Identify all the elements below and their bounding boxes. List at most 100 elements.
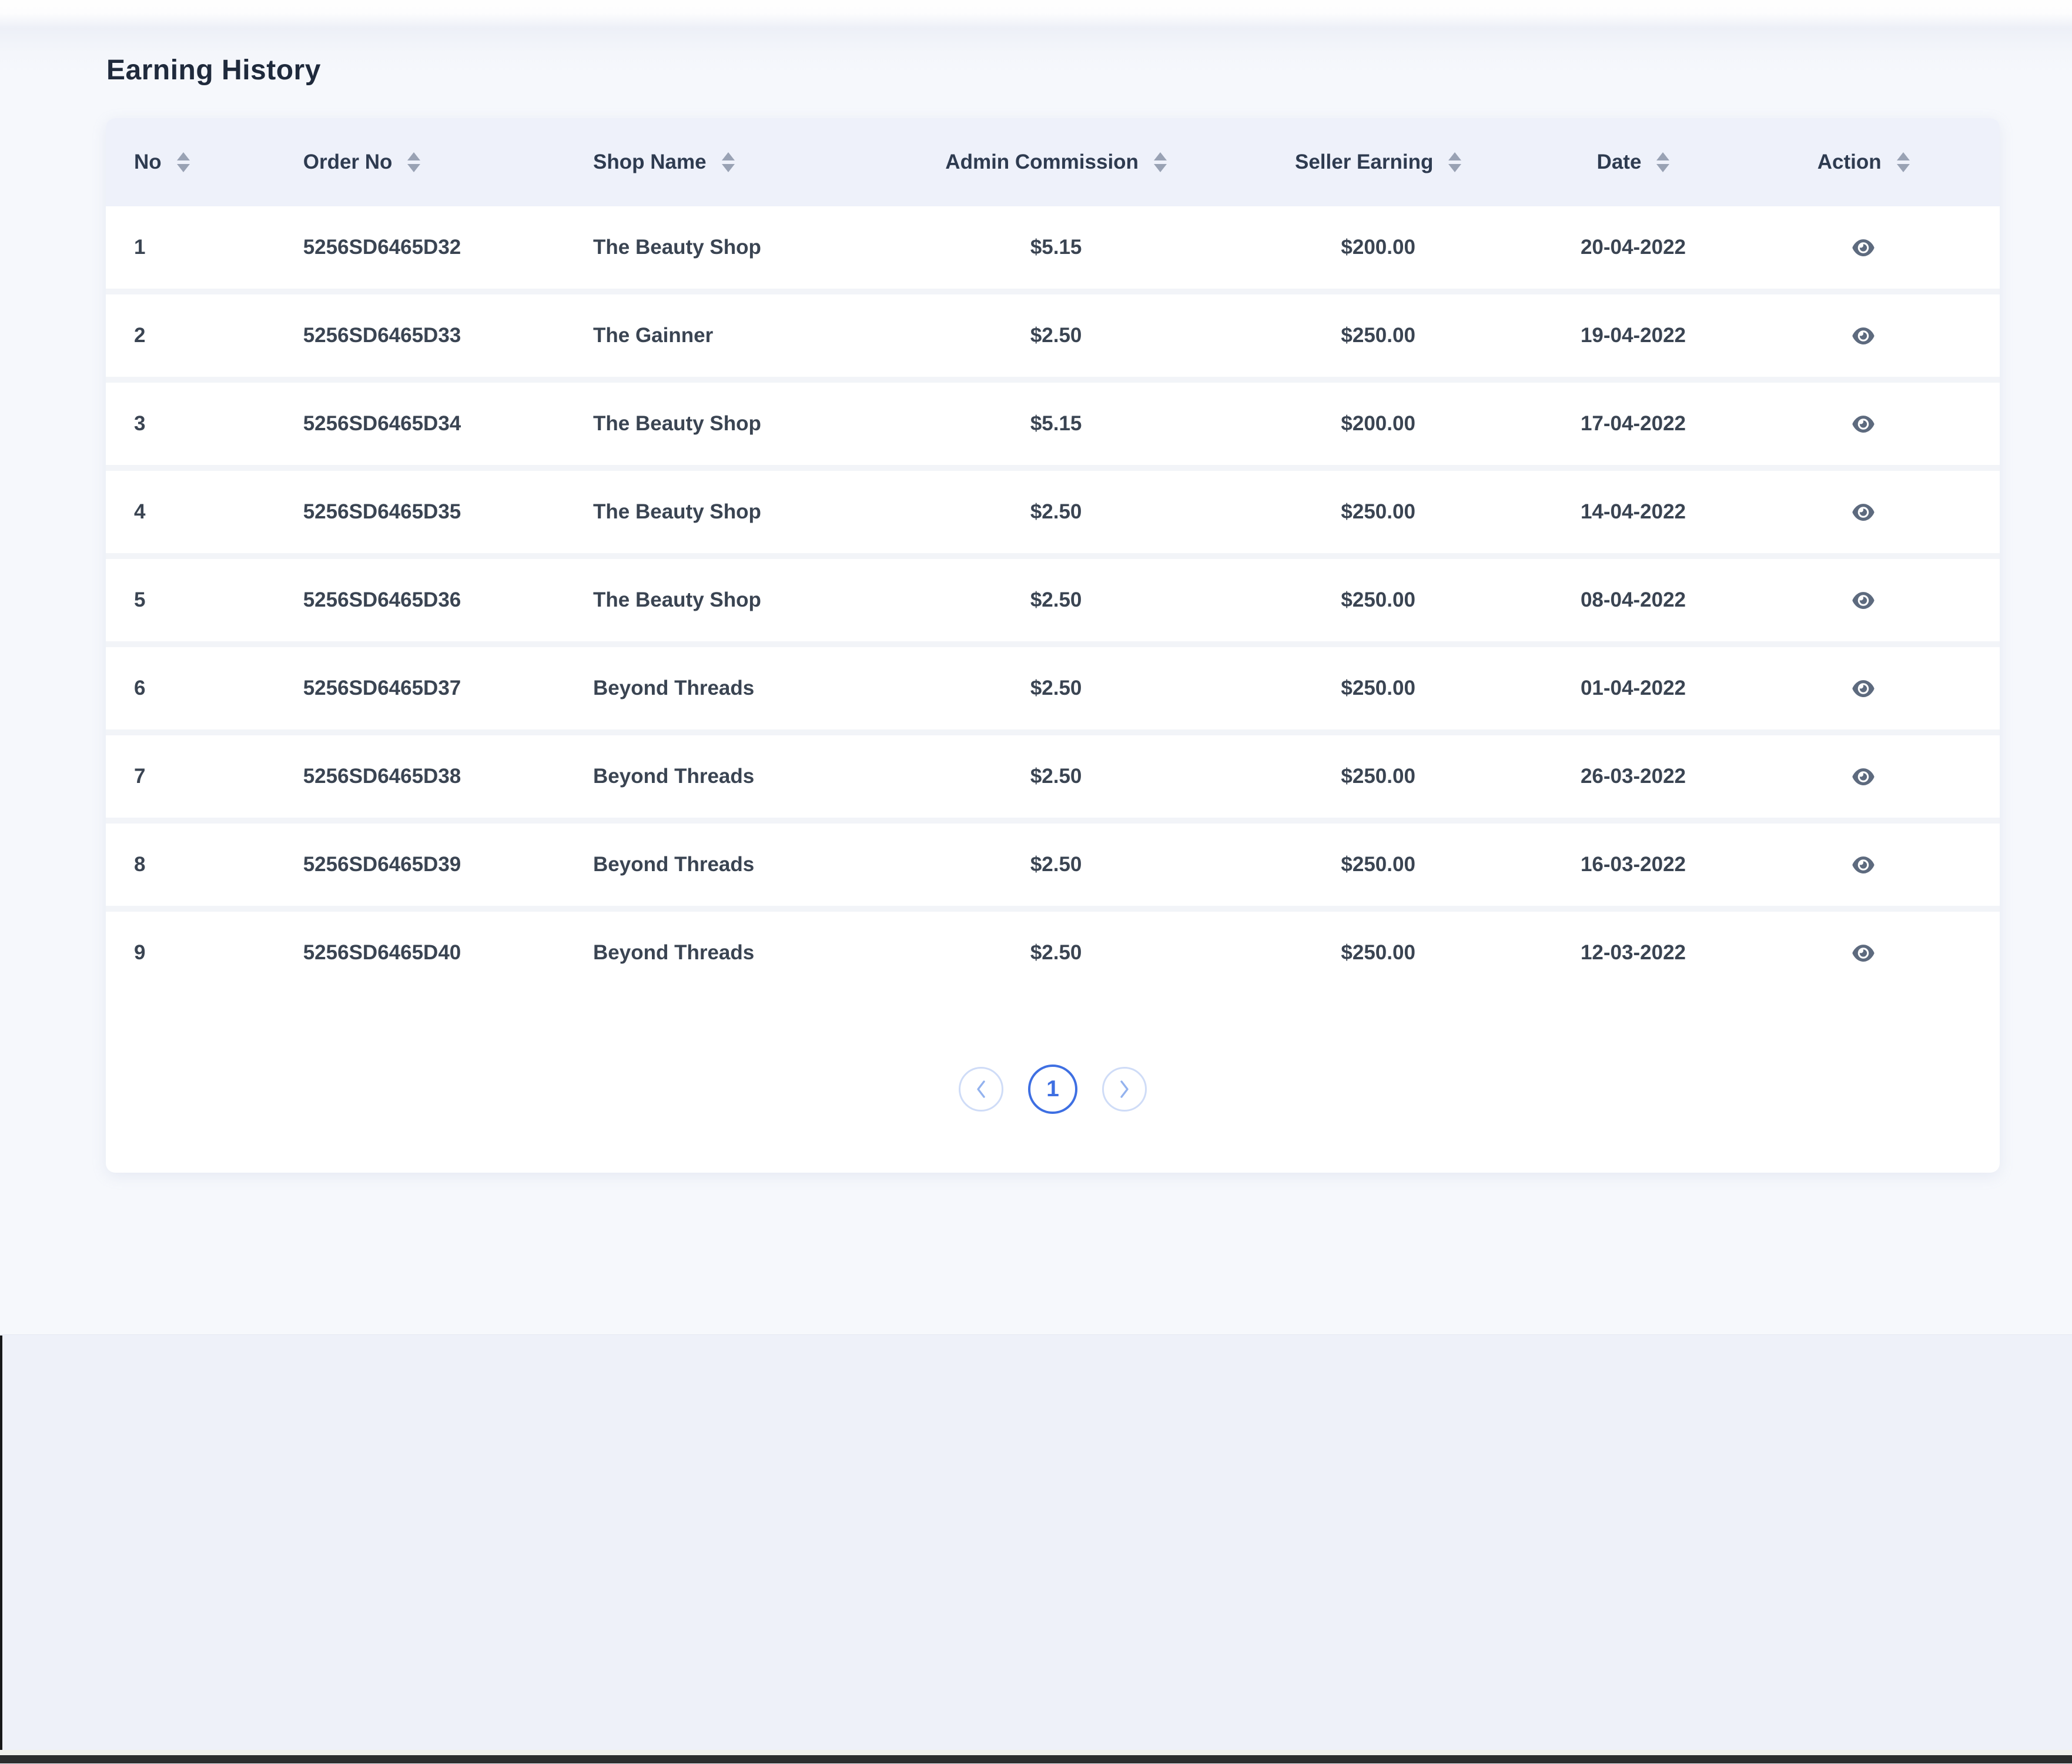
cell-action bbox=[1727, 647, 2000, 735]
cell-shop-name: Beyond Threads bbox=[565, 647, 895, 735]
view-button[interactable] bbox=[1843, 230, 1884, 265]
cell-date: 17-04-2022 bbox=[1539, 383, 1728, 471]
cell-no: 5 bbox=[106, 559, 275, 647]
cell-admin-commission: $5.15 bbox=[895, 206, 1217, 294]
view-button[interactable] bbox=[1843, 671, 1884, 706]
cell-order-no: 5256SD6465D35 bbox=[275, 471, 565, 559]
sort-icon[interactable] bbox=[722, 152, 735, 172]
page-number-button[interactable]: 1 bbox=[1028, 1065, 1077, 1114]
cell-action bbox=[1727, 912, 2000, 994]
view-button[interactable] bbox=[1843, 935, 1884, 970]
window-bottom-bar bbox=[0, 1755, 2072, 1763]
eye-icon bbox=[1850, 943, 1876, 963]
eye-icon bbox=[1850, 414, 1876, 434]
cell-shop-name: The Beauty Shop bbox=[565, 206, 895, 294]
cell-order-no: 5256SD6465D36 bbox=[275, 559, 565, 647]
column-header-seller-earning[interactable]: Seller Earning bbox=[1217, 118, 1539, 206]
cell-date: 01-04-2022 bbox=[1539, 647, 1728, 735]
view-button[interactable] bbox=[1843, 318, 1884, 353]
cell-seller-earning: $200.00 bbox=[1217, 206, 1539, 294]
cell-seller-earning: $250.00 bbox=[1217, 559, 1539, 647]
cell-order-no: 5256SD6465D39 bbox=[275, 824, 565, 912]
cell-action bbox=[1727, 824, 2000, 912]
view-button[interactable] bbox=[1843, 494, 1884, 530]
cell-seller-earning: $200.00 bbox=[1217, 383, 1539, 471]
horizontal-scrollbar-track[interactable] bbox=[0, 1750, 2072, 1755]
cell-action bbox=[1727, 294, 2000, 383]
table-row: 3 5256SD6465D34 The Beauty Shop $5.15 $2… bbox=[106, 383, 2000, 471]
column-header-action[interactable]: Action bbox=[1727, 118, 2000, 206]
column-label: Action bbox=[1817, 150, 1882, 174]
table-body: 1 5256SD6465D32 The Beauty Shop $5.15 $2… bbox=[106, 206, 2000, 994]
cell-order-no: 5256SD6465D34 bbox=[275, 383, 565, 471]
cell-no: 2 bbox=[106, 294, 275, 383]
cell-no: 8 bbox=[106, 824, 275, 912]
cell-order-no: 5256SD6465D33 bbox=[275, 294, 565, 383]
sort-icon[interactable] bbox=[1897, 152, 1910, 172]
view-button[interactable] bbox=[1843, 847, 1884, 882]
eye-icon bbox=[1850, 326, 1876, 346]
table-header: No Order No Shop Name Admin Commission S… bbox=[106, 118, 2000, 206]
next-page-button[interactable] bbox=[1102, 1067, 1147, 1112]
cell-order-no: 5256SD6465D40 bbox=[275, 912, 565, 994]
cell-seller-earning: $250.00 bbox=[1217, 824, 1539, 912]
cell-date: 14-04-2022 bbox=[1539, 471, 1728, 559]
sort-icon[interactable] bbox=[1656, 152, 1669, 172]
sort-icon[interactable] bbox=[177, 152, 190, 172]
view-button[interactable] bbox=[1843, 759, 1884, 794]
sort-icon[interactable] bbox=[407, 152, 420, 172]
cell-admin-commission: $2.50 bbox=[895, 559, 1217, 647]
table-row: 2 5256SD6465D33 The Gainner $2.50 $250.0… bbox=[106, 294, 2000, 383]
cell-action bbox=[1727, 471, 2000, 559]
cell-date: 16-03-2022 bbox=[1539, 824, 1728, 912]
column-header-no[interactable]: No bbox=[106, 118, 275, 206]
previous-page-button[interactable] bbox=[959, 1067, 1003, 1112]
cell-date: 19-04-2022 bbox=[1539, 294, 1728, 383]
cell-date: 08-04-2022 bbox=[1539, 559, 1728, 647]
earning-history-table: No Order No Shop Name Admin Commission S… bbox=[106, 118, 2000, 994]
cell-shop-name: Beyond Threads bbox=[565, 912, 895, 994]
cell-seller-earning: $250.00 bbox=[1217, 647, 1539, 735]
table-row: 9 5256SD6465D40 Beyond Threads $2.50 $25… bbox=[106, 912, 2000, 994]
column-label: No bbox=[134, 150, 162, 174]
table-row: 8 5256SD6465D39 Beyond Threads $2.50 $25… bbox=[106, 824, 2000, 912]
column-header-date[interactable]: Date bbox=[1539, 118, 1728, 206]
cell-no: 1 bbox=[106, 206, 275, 294]
sort-icon[interactable] bbox=[1448, 152, 1461, 172]
column-label: Order No bbox=[303, 150, 393, 174]
cell-admin-commission: $2.50 bbox=[895, 735, 1217, 824]
cell-action bbox=[1727, 206, 2000, 294]
column-header-admin-commission[interactable]: Admin Commission bbox=[895, 118, 1217, 206]
cell-admin-commission: $2.50 bbox=[895, 824, 1217, 912]
cell-admin-commission: $2.50 bbox=[895, 912, 1217, 994]
column-header-order-no[interactable]: Order No bbox=[275, 118, 565, 206]
cell-date: 26-03-2022 bbox=[1539, 735, 1728, 824]
cell-seller-earning: $250.00 bbox=[1217, 294, 1539, 383]
sort-icon[interactable] bbox=[1154, 152, 1167, 172]
view-button[interactable] bbox=[1843, 406, 1884, 441]
earning-history-card: No Order No Shop Name Admin Commission S… bbox=[106, 118, 2000, 1173]
cell-date: 20-04-2022 bbox=[1539, 206, 1728, 294]
page-title: Earning History bbox=[106, 54, 321, 86]
window-left-edge bbox=[0, 1335, 2, 1754]
cell-admin-commission: $2.50 bbox=[895, 294, 1217, 383]
cell-seller-earning: $250.00 bbox=[1217, 471, 1539, 559]
eye-icon bbox=[1850, 238, 1876, 257]
page-bottom-section bbox=[0, 1334, 2072, 1764]
cell-seller-earning: $250.00 bbox=[1217, 735, 1539, 824]
eye-icon bbox=[1850, 767, 1876, 786]
table-row: 6 5256SD6465D37 Beyond Threads $2.50 $25… bbox=[106, 647, 2000, 735]
column-label: Date bbox=[1597, 150, 1642, 174]
view-button[interactable] bbox=[1843, 583, 1884, 618]
column-label: Admin Commission bbox=[945, 150, 1139, 174]
column-header-shop-name[interactable]: Shop Name bbox=[565, 118, 895, 206]
chevron-right-icon bbox=[1118, 1079, 1131, 1099]
table-row: 4 5256SD6465D35 The Beauty Shop $2.50 $2… bbox=[106, 471, 2000, 559]
cell-shop-name: The Beauty Shop bbox=[565, 471, 895, 559]
table-row: 7 5256SD6465D38 Beyond Threads $2.50 $25… bbox=[106, 735, 2000, 824]
eye-icon bbox=[1850, 679, 1876, 698]
cell-action bbox=[1727, 735, 2000, 824]
cell-action bbox=[1727, 383, 2000, 471]
pagination: 1 bbox=[106, 1065, 2000, 1114]
cell-shop-name: Beyond Threads bbox=[565, 735, 895, 824]
